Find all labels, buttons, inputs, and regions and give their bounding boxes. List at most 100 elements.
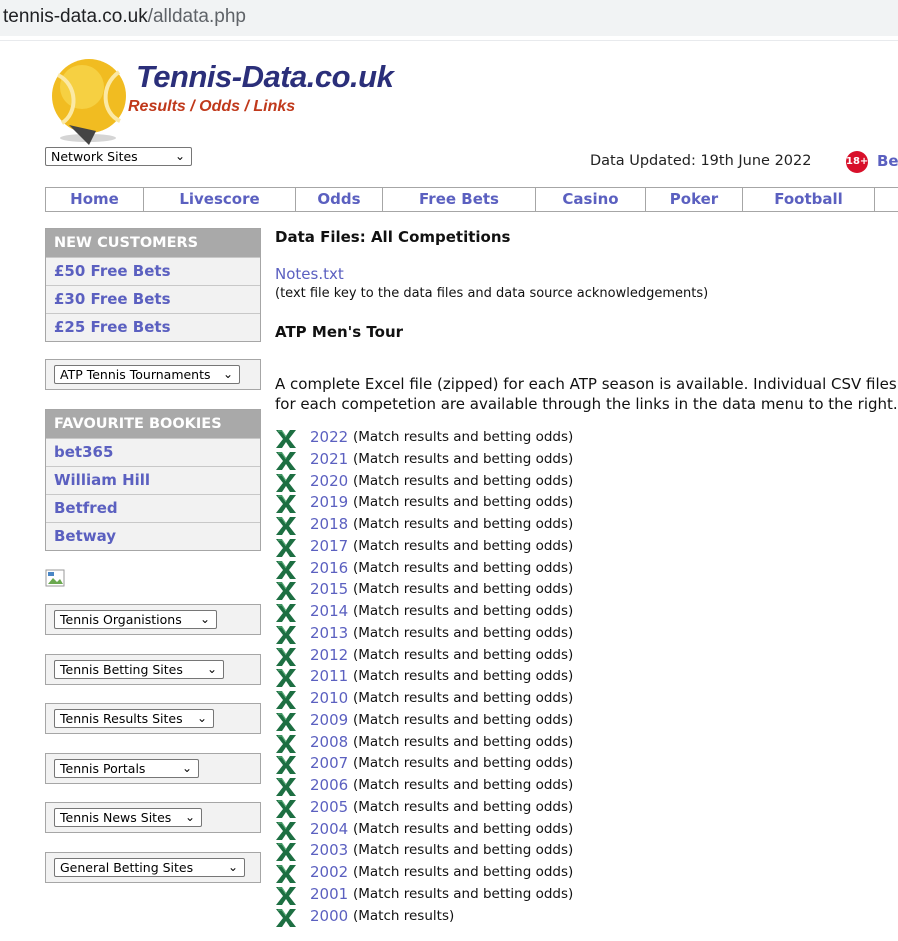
season-link[interactable]: 2010 bbox=[310, 689, 348, 707]
broken-image-icon bbox=[45, 569, 65, 587]
season-link[interactable]: 2003 bbox=[310, 841, 348, 859]
address-bar[interactable]: tennis-data.co.uk/alldata.php bbox=[0, 0, 898, 36]
season-link[interactable]: 2015 bbox=[310, 580, 348, 598]
excel-icon[interactable] bbox=[275, 581, 297, 601]
excel-icon[interactable] bbox=[275, 538, 297, 558]
tennis-organisations-select[interactable]: Tennis Organistions ⌄ bbox=[54, 610, 217, 629]
excel-icon[interactable] bbox=[275, 473, 297, 493]
chevron-down-icon: ⌄ bbox=[227, 860, 238, 874]
season-description: (Match results and betting odds) bbox=[353, 820, 574, 837]
offer-link[interactable]: £30 Free Bets bbox=[46, 285, 260, 313]
season-description: (Match results and betting odds) bbox=[353, 537, 574, 554]
season-link[interactable]: 2000 bbox=[310, 907, 348, 925]
offer-link[interactable]: £25 Free Bets bbox=[46, 313, 260, 341]
network-sites-select[interactable]: Network Sites ⌄ bbox=[45, 147, 192, 166]
atp-tournaments-select[interactable]: ATP Tennis Tournaments ⌄ bbox=[54, 365, 240, 384]
season-link[interactable]: 2009 bbox=[310, 711, 348, 729]
season-link[interactable]: 2019 bbox=[310, 493, 348, 511]
season-link[interactable]: 2004 bbox=[310, 820, 348, 838]
tennis-portals-select[interactable]: Tennis Portals ⌄ bbox=[54, 759, 199, 778]
excel-icon[interactable] bbox=[275, 842, 297, 862]
season-description: (Match results and betting odds) bbox=[353, 755, 574, 772]
tennis-results-sites-select[interactable]: Tennis Results Sites ⌄ bbox=[54, 709, 214, 728]
excel-icon[interactable] bbox=[275, 777, 297, 797]
excel-icon[interactable] bbox=[275, 908, 297, 928]
bookie-link[interactable]: William Hill bbox=[46, 466, 260, 494]
select-value: Tennis Portals bbox=[60, 761, 146, 776]
excel-icon[interactable] bbox=[275, 755, 297, 775]
season-link[interactable]: 2001 bbox=[310, 885, 348, 903]
excel-icon[interactable] bbox=[275, 451, 297, 471]
season-link[interactable]: 2016 bbox=[310, 559, 348, 577]
season-link[interactable]: 2022 bbox=[310, 428, 348, 446]
excel-icon[interactable] bbox=[275, 799, 297, 819]
logo-subtitle: Results / Odds / Links bbox=[128, 98, 296, 115]
season-link[interactable]: 2013 bbox=[310, 624, 348, 642]
chevron-down-icon: ⌄ bbox=[206, 662, 217, 676]
season-description: (Match results and betting odds) bbox=[353, 777, 574, 793]
season-link[interactable]: 2012 bbox=[310, 646, 348, 664]
season-description: (Match results and betting odds) bbox=[353, 885, 574, 902]
nav-livescore[interactable]: Livescore bbox=[144, 188, 296, 211]
excel-icon[interactable] bbox=[275, 864, 297, 884]
excel-icon[interactable] bbox=[275, 668, 297, 688]
tennis-news-sites-select[interactable]: Tennis News Sites ⌄ bbox=[54, 808, 202, 827]
select-value: Tennis Organistions bbox=[60, 612, 182, 627]
excel-icon[interactable] bbox=[275, 494, 297, 514]
select-value: General Betting Sites bbox=[60, 860, 194, 875]
season-link[interactable]: 2014 bbox=[310, 602, 348, 620]
excel-icon[interactable] bbox=[275, 734, 297, 754]
season-description: (Match results and betting odds) bbox=[353, 581, 574, 598]
season-link[interactable]: 2011 bbox=[310, 667, 348, 685]
season-link[interactable]: 2020 bbox=[310, 472, 348, 490]
excel-icon[interactable] bbox=[275, 429, 297, 449]
excel-icon[interactable] bbox=[275, 690, 297, 710]
nav-odds[interactable]: Odds bbox=[296, 188, 383, 211]
season-description: (Match results) bbox=[353, 907, 455, 924]
season-description: (Match results and betting odds) bbox=[353, 798, 574, 815]
nav-poker[interactable]: Poker bbox=[646, 188, 743, 211]
excel-icon[interactable] bbox=[275, 821, 297, 841]
chevron-down-icon: ⌄ bbox=[184, 810, 195, 824]
bookie-link[interactable]: Betway bbox=[46, 522, 260, 550]
excel-icon[interactable] bbox=[275, 886, 297, 906]
tennis-betting-sites-select[interactable]: Tennis Betting Sites ⌄ bbox=[54, 660, 224, 679]
general-betting-sites-select[interactable]: General Betting Sites ⌄ bbox=[54, 858, 245, 877]
partial-link[interactable]: Be bbox=[877, 152, 898, 170]
select-value: Tennis Betting Sites bbox=[60, 662, 183, 677]
excel-icon[interactable] bbox=[275, 516, 297, 536]
bookie-link[interactable]: Betfred bbox=[46, 494, 260, 522]
offer-link[interactable]: £50 Free Bets bbox=[46, 257, 260, 285]
paragraph-line: A complete Excel file (zipped) for each … bbox=[275, 375, 897, 393]
chevron-down-icon: ⌄ bbox=[222, 367, 233, 381]
intro-paragraph: A complete Excel file (zipped) for each … bbox=[275, 374, 898, 414]
season-description: (Match results and betting odds) bbox=[353, 842, 574, 859]
nav-casino[interactable]: Casino bbox=[536, 188, 646, 211]
season-description: (Match results and betting odds) bbox=[353, 559, 574, 576]
excel-icon[interactable] bbox=[275, 625, 297, 645]
season-link[interactable]: 2002 bbox=[310, 863, 348, 881]
season-link[interactable]: 2008 bbox=[310, 733, 348, 751]
box-heading: NEW CUSTOMERS bbox=[46, 229, 260, 257]
bookie-link[interactable]: bet365 bbox=[46, 438, 260, 466]
season-link[interactable]: 2017 bbox=[310, 537, 348, 555]
select-value: ATP Tennis Tournaments bbox=[60, 367, 211, 382]
excel-icon[interactable] bbox=[275, 603, 297, 623]
season-link[interactable]: 2021 bbox=[310, 450, 348, 468]
excel-icon[interactable] bbox=[275, 560, 297, 580]
nav-free-bets[interactable]: Free Bets bbox=[383, 188, 536, 211]
season-description: (Match results and betting odds) bbox=[353, 646, 574, 663]
select-container: Tennis Organistions ⌄ bbox=[45, 604, 261, 635]
season-link[interactable]: 2005 bbox=[310, 798, 348, 816]
nav-football[interactable]: Football bbox=[743, 188, 875, 211]
nav-home[interactable]: Home bbox=[46, 188, 144, 211]
season-description: (Match results and betting odds) bbox=[353, 472, 574, 489]
excel-icon[interactable] bbox=[275, 712, 297, 732]
notes-link[interactable]: Notes.txt bbox=[275, 265, 344, 283]
select-value: Tennis Results Sites bbox=[60, 711, 183, 726]
tennis-ball-icon bbox=[52, 59, 126, 145]
season-link[interactable]: 2006 bbox=[310, 776, 348, 794]
excel-icon[interactable] bbox=[275, 647, 297, 667]
season-link[interactable]: 2007 bbox=[310, 754, 348, 772]
season-link[interactable]: 2018 bbox=[310, 515, 348, 533]
